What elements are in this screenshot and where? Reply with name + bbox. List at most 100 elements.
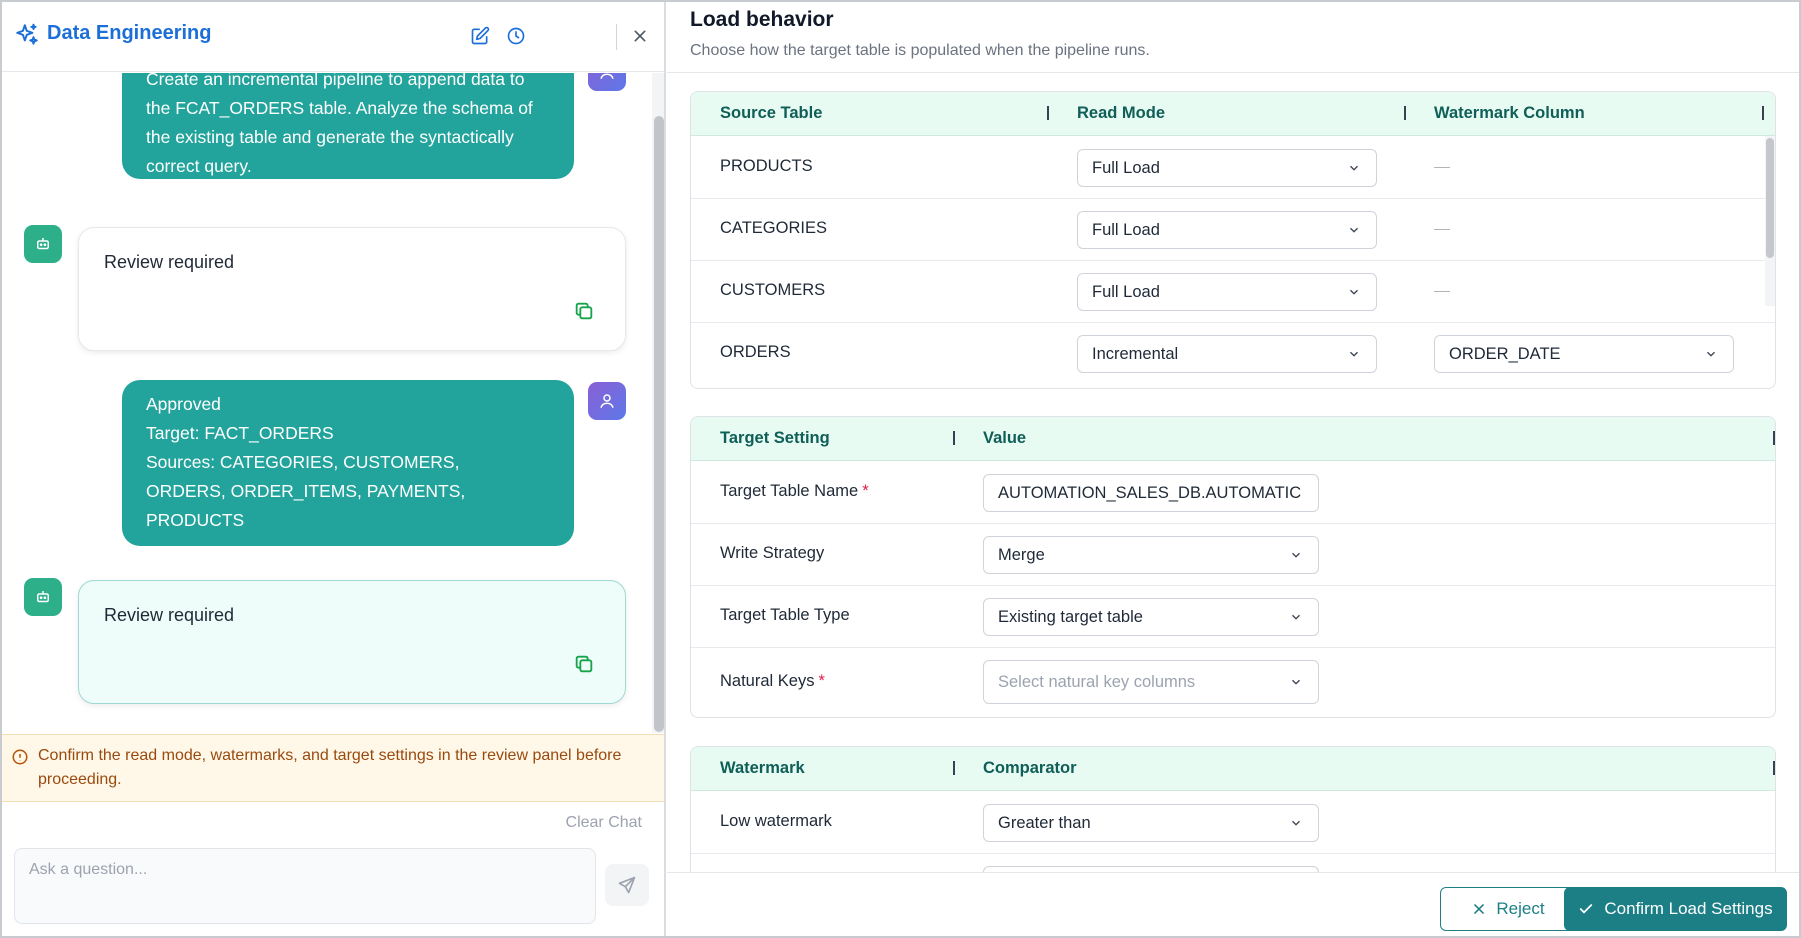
edit-icon [471,26,490,45]
reject-label: Reject [1496,899,1545,918]
user-message: Create an incremental pipeline to append… [122,73,574,179]
bot-icon [37,238,49,250]
source-table-name: ORDERS [720,343,791,361]
setting-row: Natural Keys * Select natural key columns [691,648,1775,717]
required-marker: * [818,672,825,690]
action-footer: Reject Confirm Load Settings [667,872,1799,936]
panel-title: Load behavior [690,8,834,31]
chevron-down-icon [1292,679,1300,685]
table-row: CATEGORIES Full Load [691,199,1775,261]
assistant-message: Review required [104,252,235,272]
source-table-name: PRODUCTS [720,157,813,175]
history-button[interactable] [504,24,528,48]
target-table-type-label: Target Table Type [720,606,850,624]
warning-text: Confirm the read mode, watermarks, and t… [38,747,622,788]
reject-button[interactable]: Reject [1440,887,1577,931]
message-line: the existing table and generate the synt… [146,127,514,147]
send-button[interactable] [605,864,649,906]
setting-row: Write Strategy Merge [691,524,1775,586]
read-mode-select[interactable]: Full Load [1077,211,1377,249]
header-source-table: Source Table [720,104,823,122]
setting-label: Natural Keys * [720,672,825,691]
read-mode-select[interactable]: Full Load [1077,273,1377,311]
empty-watermark-dash [1434,167,1450,168]
watermark-section: Watermark Comparator Low watermark Great… [690,746,1776,876]
chevron-down-icon [1350,227,1358,233]
table-row: PRODUCTS Full Load [691,137,1775,199]
target-settings-header: Target Setting Value [691,417,1775,461]
message-line: Approved [146,394,221,414]
user-icon [600,73,614,79]
required-marker: * [862,482,869,500]
chevron-down-icon [1292,614,1300,620]
confirm-load-settings-button[interactable]: Confirm Load Settings [1564,887,1787,931]
review-panel: Load behavior Choose how the target tabl… [667,2,1799,936]
chevron-down-icon [1292,552,1300,558]
warning-banner: Confirm the read mode, watermarks, and t… [2,734,664,802]
comparator-select[interactable]: Greater than [983,804,1319,842]
chat-scrollbar-thumb[interactable] [654,116,664,732]
header-target-setting: Target Setting [720,429,830,447]
select-value: Existing target table [998,608,1143,626]
bot-icon [37,591,49,603]
chat-title: Data Engineering [47,22,212,44]
message-line: the FCAT_ORDERS table. Analyze the schem… [146,98,533,118]
low-watermark-label: Low watermark [720,812,832,830]
user-message: Approved Target: FACT_ORDERS Sources: CA… [122,380,574,546]
bot-avatar [24,578,62,616]
close-button[interactable] [628,24,652,48]
target-table-name-input[interactable]: AUTOMATION_SALES_DB.AUTOMATIC [983,474,1319,512]
table-row: CUSTOMERS Full Load [691,261,1775,323]
message-list: Create an incremental pipeline to append… [2,73,652,733]
natural-keys-select[interactable]: Select natural key columns [983,660,1319,704]
watermark-column-select[interactable]: ORDER_DATE [1434,335,1734,373]
message-line: Target: FACT_ORDERS [146,423,334,443]
natural-keys-label: Natural Keys [720,672,815,690]
table-row: ORDERS Incremental ORDER_DATE [691,323,1775,385]
setting-row: Target Table Name * AUTOMATION_SALES_DB.A… [691,462,1775,524]
close-icon [1474,904,1485,914]
chevron-down-icon [1350,289,1358,295]
read-mode-select[interactable]: Incremental [1077,335,1377,373]
message-line: ORDERS, ORDER_ITEMS, PAYMENTS, [146,481,466,501]
column-resizer[interactable] [1773,431,1775,445]
chat-header: Data Engineering [2,2,664,72]
bot-avatar [24,225,62,263]
chevron-down-icon [1350,351,1358,357]
column-resizer[interactable] [1773,761,1775,775]
header-watermark: Watermark [720,759,805,777]
assistant-card-active[interactable]: Review required [78,580,626,704]
clock-icon [507,27,525,45]
select-value: Greater than [998,814,1091,832]
message-line: Create an incremental pipeline to append… [146,73,525,89]
source-table-header: Source Table Read Mode Watermark Column [691,92,1775,136]
clear-chat-button[interactable]: Clear Chat [566,814,642,832]
column-resizer[interactable] [1762,106,1764,120]
question-input[interactable] [14,848,596,924]
write-strategy-select[interactable]: Merge [983,536,1319,574]
target-table-name-label: Target Table Name [720,482,859,500]
copy-icon[interactable] [573,653,595,675]
chevron-down-icon [1350,165,1358,171]
column-resizer[interactable] [953,431,955,445]
column-resizer[interactable] [1047,106,1049,120]
header-value: Value [983,429,1027,447]
check-icon [1580,904,1593,914]
info-icon [12,749,28,765]
target-table-type-select[interactable]: Existing target table [983,598,1319,636]
user-avatar [588,382,626,420]
user-avatar [588,73,626,91]
select-value: Full Load [1092,159,1160,177]
column-resizer[interactable] [1404,106,1406,120]
select-value: ORDER_DATE [1449,345,1561,363]
new-chat-button[interactable] [468,24,492,48]
write-strategy-label: Write Strategy [720,544,825,562]
header-read-mode: Read Mode [1077,104,1166,122]
source-table-scrollbar-thumb[interactable] [1766,138,1774,258]
copy-icon[interactable] [573,300,595,322]
send-icon [618,876,636,894]
column-resizer[interactable] [953,761,955,775]
header-divider [616,24,617,50]
read-mode-select[interactable]: Full Load [1077,149,1377,187]
watermark-row: Low watermark Greater than [691,792,1775,854]
